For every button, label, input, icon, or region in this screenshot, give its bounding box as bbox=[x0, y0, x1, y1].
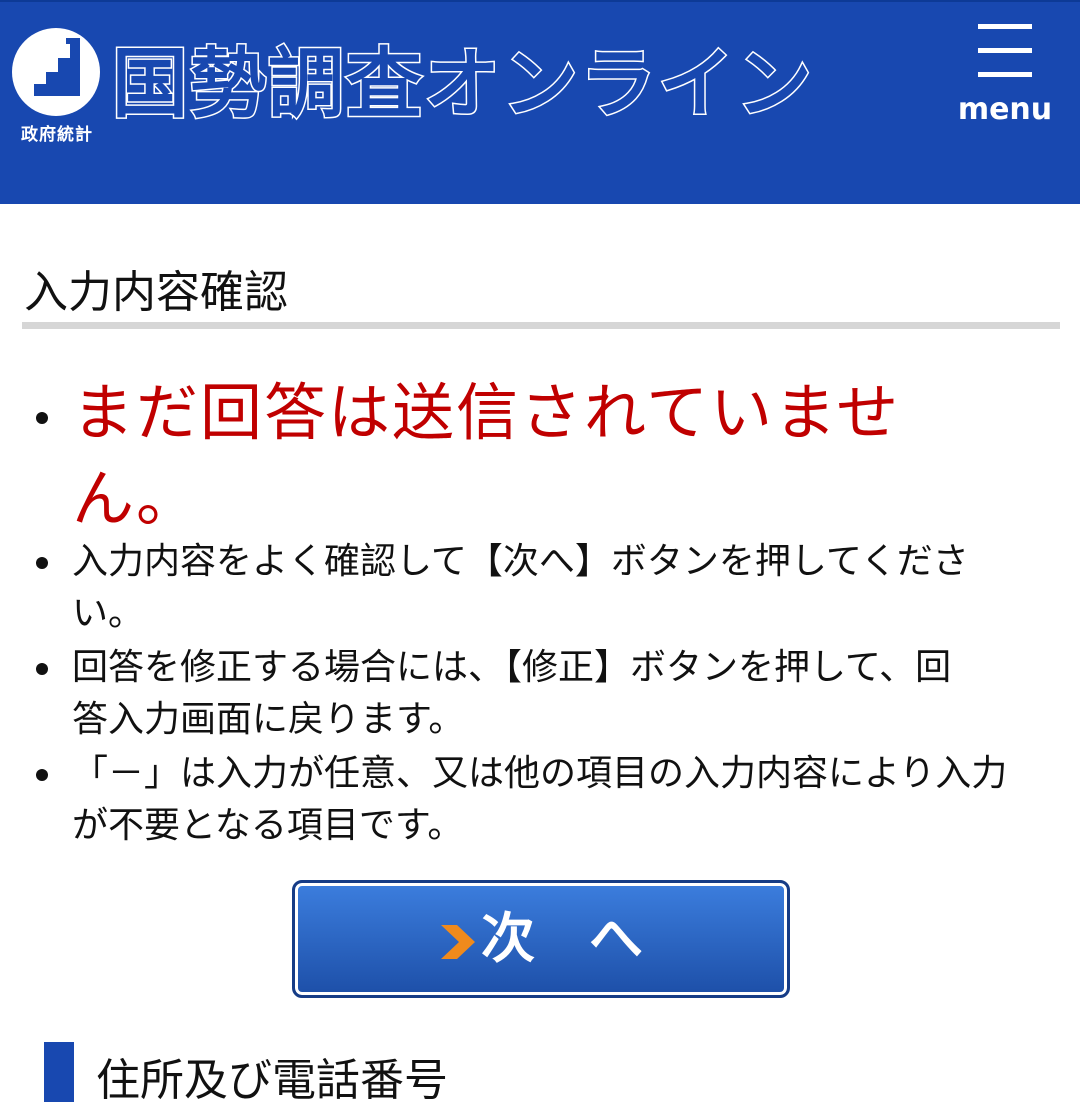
government-statistics-logo[interactable]: 政府統計 bbox=[10, 28, 104, 145]
not-submitted-warning: まだ回答は送信されていません。 bbox=[72, 376, 901, 535]
site-title[interactable]: 国勢調査オンライン bbox=[111, 38, 814, 130]
site-header: 政府統計 国勢調査オンライン menu bbox=[0, 0, 1080, 204]
section-marker bbox=[44, 1042, 74, 1102]
bullet-icon bbox=[36, 412, 48, 424]
menu-label: menu bbox=[957, 92, 1053, 127]
bullet-icon bbox=[36, 557, 48, 569]
confirm-instruction: 入力内容をよく確認して【次へ】ボタンを押してください。 bbox=[72, 541, 969, 634]
page-title: 入力内容確認 bbox=[24, 267, 288, 318]
section-title-address-phone: 住所及び電話番号 bbox=[96, 1055, 448, 1106]
title-divider bbox=[22, 322, 1060, 329]
bullet-icon bbox=[36, 663, 48, 675]
next-button[interactable]: 次 へ bbox=[292, 880, 790, 998]
edit-instruction: 回答を修正する場合には、【修正】ボタンを押して、回答入力画面に戻ります。 bbox=[72, 647, 952, 740]
next-button-label: 次 へ bbox=[481, 907, 643, 970]
logo-caption: 政府統計 bbox=[21, 125, 93, 145]
menu-button[interactable]: menu bbox=[952, 20, 1062, 134]
logo-emblem-icon bbox=[12, 28, 100, 116]
bullet-icon bbox=[36, 769, 48, 781]
chevron-right-icon bbox=[441, 925, 475, 959]
optional-field-note: 「－」は入力が任意、又は他の項目の入力内容により入力が不要となる項目です。 bbox=[72, 753, 1008, 846]
